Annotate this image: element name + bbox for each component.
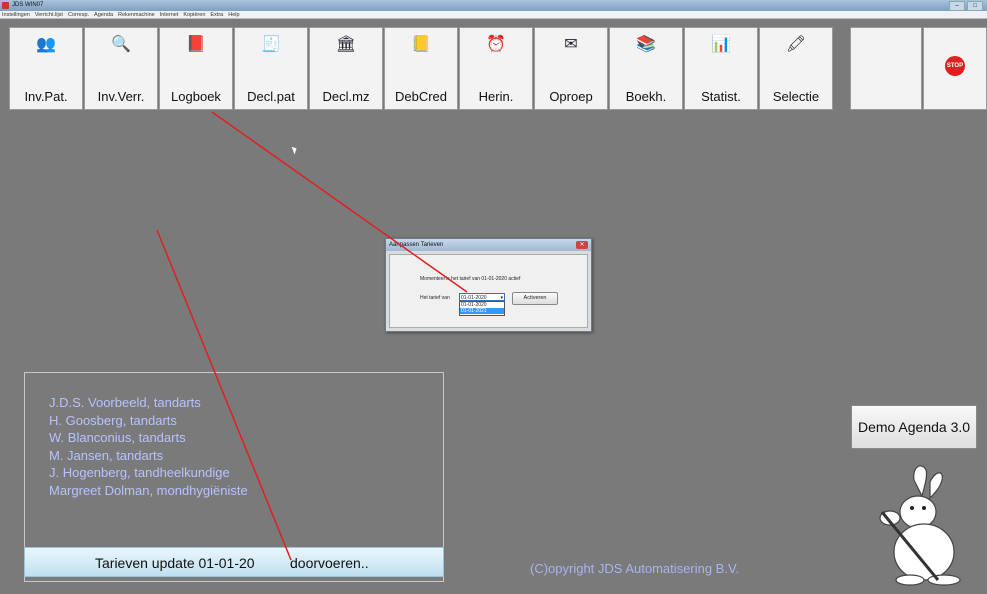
stop-panel[interactable]: STOP xyxy=(923,27,987,110)
app-icon xyxy=(2,2,9,9)
tariff-update-button[interactable]: Tarieven update 01-01-20 doorvoeren.. xyxy=(24,547,444,577)
menu-item[interactable]: Verricht.lijst xyxy=(35,11,63,18)
alarm-clock-icon: ⏰ xyxy=(486,36,506,53)
toolbar-button-label: Statist. xyxy=(701,89,741,104)
toolbar-button-label: Inv.Pat. xyxy=(24,89,68,104)
selection-icon: 🖍 xyxy=(785,36,807,53)
menu-item[interactable]: Rekenmachine xyxy=(118,11,155,18)
mouse-cursor-icon xyxy=(291,145,299,155)
practitioner-item: Margreet Dolman, mondhygiëniste xyxy=(49,482,248,498)
window-controls: – □ xyxy=(949,1,983,11)
tariff-select[interactable]: 01-01-2020 ▾ xyxy=(459,293,505,301)
toolbar-button-label: DebCred xyxy=(394,89,448,104)
toolbar-button-decl-mz[interactable]: 🏛 Decl.mz xyxy=(309,27,383,110)
dialog-title-bar: Aanpassen Tarieven ✕ xyxy=(386,239,591,251)
maximize-button[interactable]: □ xyxy=(967,1,983,11)
practitioner-item: J.D.S. Voorbeeld, tandarts xyxy=(49,395,201,410)
toolbar-button-label: Logboek xyxy=(171,89,221,104)
toolbar-spacer xyxy=(850,27,922,110)
building-icon: 🏛 xyxy=(335,36,357,53)
patients-icon: 👥 xyxy=(36,36,56,53)
toolbar-button-label: Selectie xyxy=(772,89,820,104)
toolbar-button-boekh[interactable]: 📚 Boekh. xyxy=(609,27,683,110)
practitioner-list: J.D.S. Voorbeeld, tandarts H. Goosberg, … xyxy=(49,394,248,499)
update-bar-text: Tarieven update 01-01-20 xyxy=(95,555,255,571)
menu-item[interactable]: Instellingen xyxy=(2,11,30,18)
toolbar-button-inv-verr[interactable]: 🔍 Inv.Verr. xyxy=(84,27,158,110)
toolbar-button-label: Oproep xyxy=(549,89,593,104)
tariff-label: Het tarief van xyxy=(420,295,450,301)
rabbit-mascot-icon xyxy=(879,465,961,586)
menu-item[interactable]: Agenda xyxy=(94,11,113,18)
toolbar-button-label: Inv.Verr. xyxy=(97,89,145,104)
toolbar-button-logboek[interactable]: 📕 Logboek xyxy=(159,27,233,110)
menu-item[interactable]: Internet xyxy=(160,11,179,18)
menu-item[interactable]: Kopiëren xyxy=(183,11,205,18)
toolbar-button-label: Boekh. xyxy=(625,89,667,104)
toolbar-button-herin[interactable]: ⏰ Herin. xyxy=(459,27,533,110)
toolbar-button-selectie[interactable]: 🖍 Selectie xyxy=(759,27,833,110)
envelope-icon: ✉ xyxy=(564,36,578,53)
toolbar-button-label: Decl.mz xyxy=(322,89,370,104)
toolbar-button-label: Decl.pat xyxy=(247,89,295,104)
close-icon[interactable]: ✕ xyxy=(576,241,588,249)
main-toolbar: 👥 Inv.Pat. 🔍 Inv.Verr. 📕 Logboek 🧾 Decl.pat 🏛 Dec… xyxy=(9,27,837,110)
dropdown-option-selected[interactable]: 01-01-2021 xyxy=(460,308,504,314)
dialog-title: Aanpassen Tarieven xyxy=(389,242,444,248)
ledger-icon: 📒 xyxy=(411,36,431,53)
toolbar-button-debcred[interactable]: 📒 DebCred xyxy=(384,27,458,110)
toolbar-button-inv-pat[interactable]: 👥 Inv.Pat. xyxy=(9,27,83,110)
window-title: JDS WIN07 xyxy=(12,2,44,8)
dialog-message: Momenteel is het tarief van 01-01-2020 a… xyxy=(420,276,521,282)
menu-bar: Instellingen Verricht.lijst Corresp. Age… xyxy=(0,11,987,19)
demo-agenda-button[interactable]: Demo Agenda 3.0 xyxy=(851,405,977,449)
minimize-button[interactable]: – xyxy=(949,1,965,11)
title-bar: JDS WIN07 – □ xyxy=(0,0,987,11)
toolbar-button-label: Herin. xyxy=(478,89,514,104)
books-icon: 📚 xyxy=(636,36,656,53)
menu-item[interactable]: Corresp. xyxy=(68,11,89,18)
activate-button[interactable]: Activeren xyxy=(512,292,558,305)
stop-icon[interactable]: STOP xyxy=(945,56,965,76)
toolbar-button-decl-pat[interactable]: 🧾 Decl.pat xyxy=(234,27,308,110)
toolbar-button-statist[interactable]: 📊 Statist. xyxy=(684,27,758,110)
menu-item[interactable]: Extra xyxy=(210,11,223,18)
practitioner-item: H. Goosberg, tandarts xyxy=(49,412,177,428)
declaration-icon: 🧾 xyxy=(261,36,281,53)
tariff-dialog: Aanpassen Tarieven ✕ Momenteel is het ta… xyxy=(385,238,592,332)
dialog-body: Momenteel is het tarief van 01-01-2020 a… xyxy=(389,254,588,328)
search-icon: 🔍 xyxy=(111,36,131,53)
tariff-dropdown[interactable]: 01-01-2020 01-01-2021 xyxy=(459,301,505,316)
bar-chart-icon: 📊 xyxy=(711,36,731,53)
practitioner-item: J. Hogenberg, tandheelkundige xyxy=(49,465,230,480)
practitioner-item: W. Blanconius, tandarts xyxy=(49,430,186,445)
practitioner-item: M. Jansen, tandarts xyxy=(49,447,164,463)
toolbar-button-oproep[interactable]: ✉ Oproep xyxy=(534,27,608,110)
update-bar-action: doorvoeren.. xyxy=(290,555,369,571)
copyright-text: (C)opyright JDS Automatisering B.V. xyxy=(530,561,740,576)
menu-item[interactable]: Help xyxy=(228,11,239,18)
book-icon: 📕 xyxy=(186,36,206,53)
